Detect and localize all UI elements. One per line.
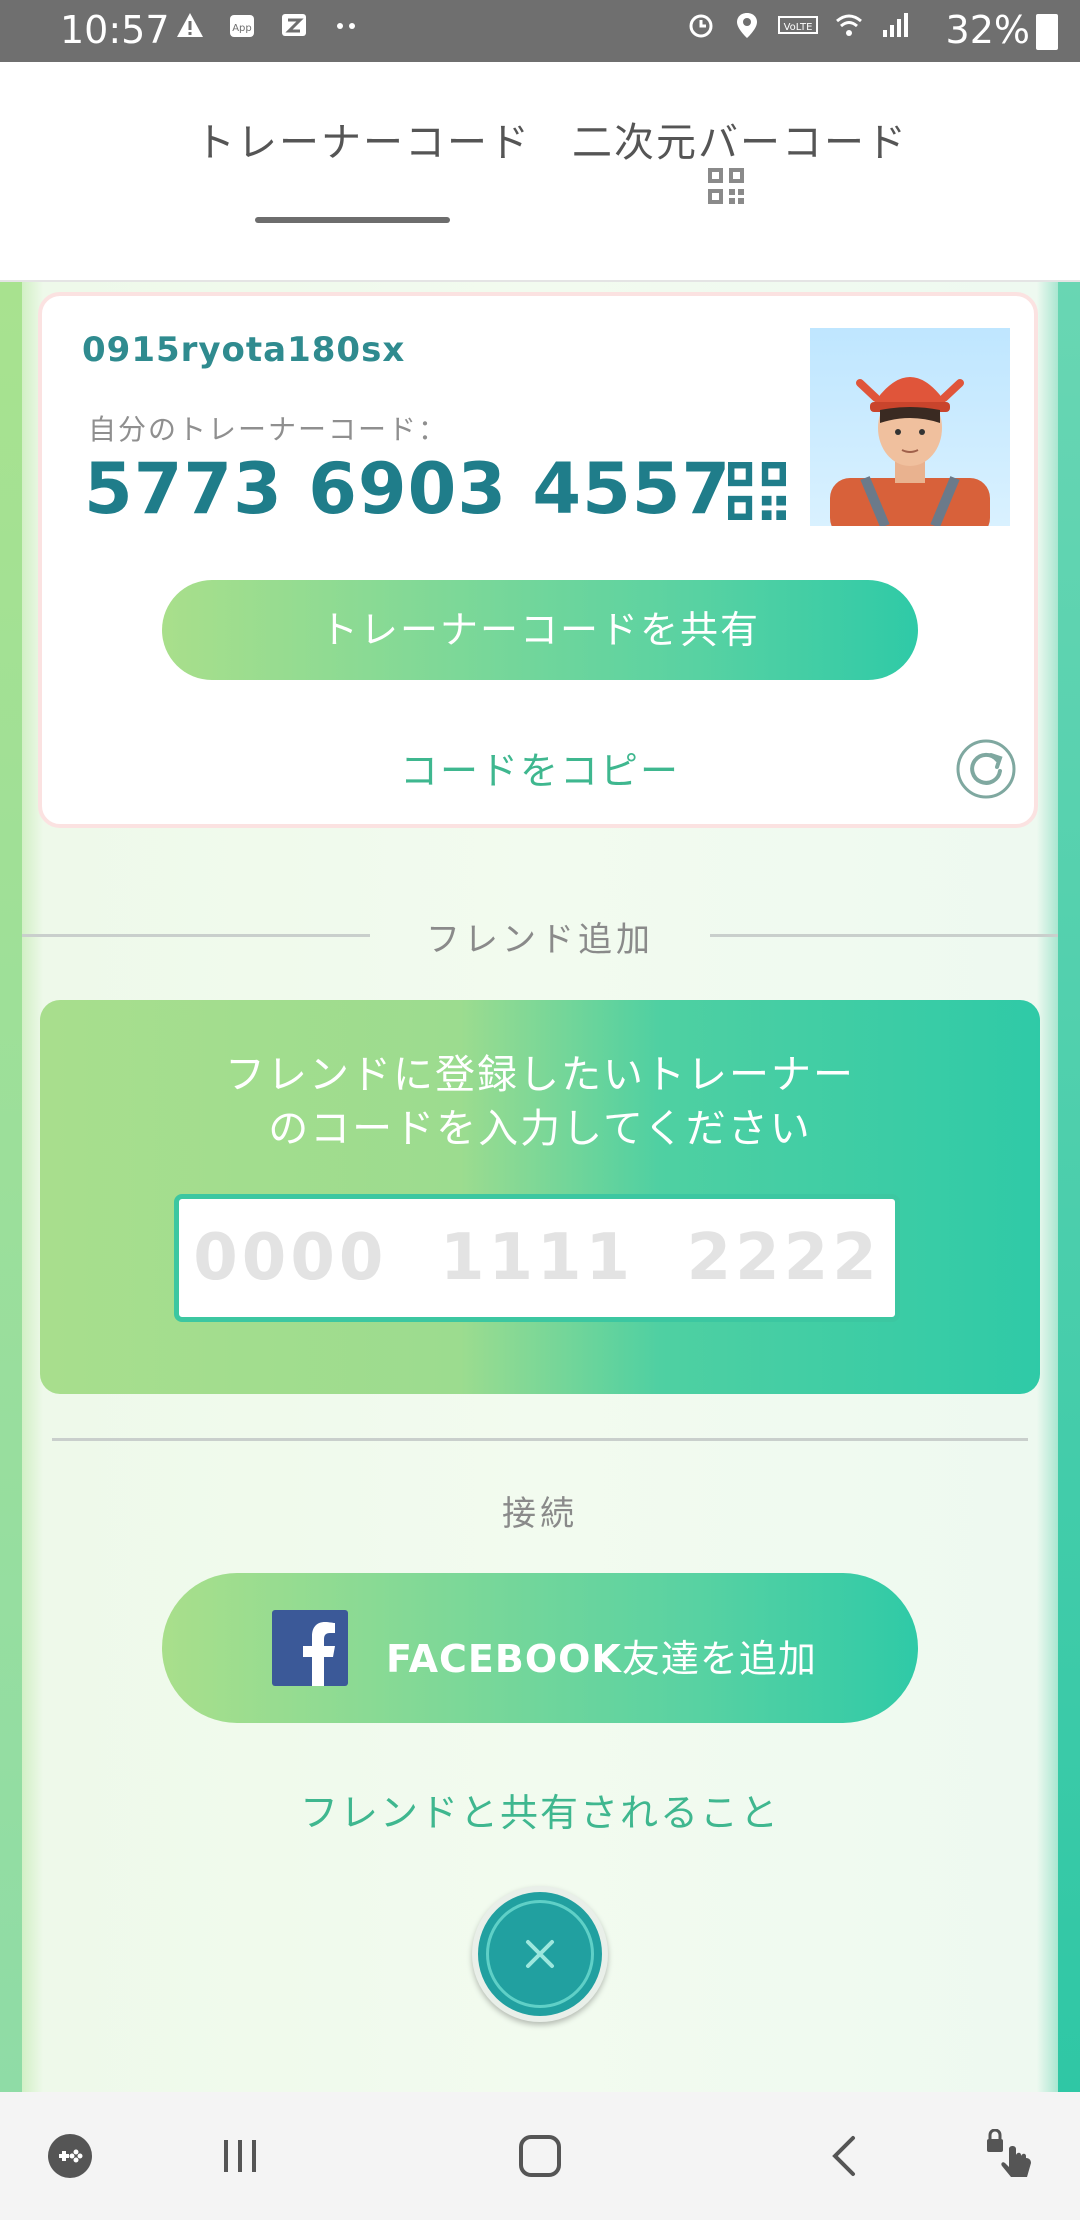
qr-code-icon[interactable] xyxy=(728,462,786,520)
refresh-icon[interactable] xyxy=(955,738,1017,800)
close-button[interactable] xyxy=(472,1886,608,2022)
tab-qr-code[interactable]: 二次元バーコード xyxy=(572,110,908,168)
home-button[interactable] xyxy=(500,2092,580,2220)
home-icon xyxy=(519,2135,561,2177)
touch-lock-button[interactable] xyxy=(970,2092,1050,2220)
trainer-username: 0915ryota180sx xyxy=(82,330,406,370)
signal-icon xyxy=(883,13,908,37)
close-icon xyxy=(526,1940,554,1968)
svg-text:VoLTE: VoLTE xyxy=(784,22,813,33)
battery-icon xyxy=(1036,14,1058,50)
facebook-icon xyxy=(272,1610,348,1686)
shared-with-friends-link[interactable]: フレンドと共有されること xyxy=(0,1782,1080,1837)
facebook-label-rest: 友達を追加 xyxy=(621,1637,817,1681)
active-tab-indicator xyxy=(255,217,450,223)
alarm-icon xyxy=(689,14,713,38)
add-friend-instruction-line1: フレンドに登録したいトレーナー xyxy=(225,1052,855,1098)
my-trainer-code-label: 自分のトレーナーコード： xyxy=(88,413,449,446)
status-time: 10:57 xyxy=(60,8,170,52)
facebook-label-bold: FACEBOOK xyxy=(386,1637,622,1681)
game-launcher-icon xyxy=(48,2134,92,2178)
warning-icon xyxy=(177,13,203,37)
app-icon: App xyxy=(230,15,254,37)
game-launcher-button[interactable] xyxy=(30,2092,110,2220)
friend-code-input[interactable] xyxy=(174,1194,900,1322)
my-trainer-code: 5773 6903 4557 xyxy=(84,448,732,530)
trainer-avatar-image xyxy=(830,377,990,526)
recent-apps-icon xyxy=(224,2140,256,2172)
status-right-icons: VoLTE xyxy=(686,10,910,40)
touch-lock-icon xyxy=(987,2129,1031,2177)
battery-percentage: 32% xyxy=(945,8,1030,52)
location-icon xyxy=(737,13,757,38)
zedge-icon xyxy=(282,14,306,36)
tab-header: トレーナーコード 二次元バーコード xyxy=(0,62,1080,282)
more-dots-icon xyxy=(337,23,355,29)
recent-apps-button[interactable] xyxy=(200,2092,280,2220)
qr-icon[interactable] xyxy=(708,168,744,204)
add-friend-section-label: フレンド追加 xyxy=(426,920,654,960)
add-friend-instruction: フレンドに登録したいトレーナー のコードを入力してください xyxy=(0,1048,1080,1156)
back-icon xyxy=(832,2136,855,2176)
share-trainer-code-button[interactable]: トレーナーコードを共有 xyxy=(162,580,918,680)
volte-icon: VoLTE xyxy=(778,16,818,34)
status-left-icons: App xyxy=(175,10,361,40)
add-friend-instruction-line2: のコードを入力してください xyxy=(268,1106,812,1152)
back-button[interactable] xyxy=(805,2092,885,2220)
status-bar: 10:57 App VoLTE 32% xyxy=(0,0,1080,62)
connect-divider xyxy=(52,1438,1028,1441)
trainer-avatar xyxy=(810,328,1010,526)
system-nav-bar xyxy=(0,2092,1080,2220)
copy-code-link[interactable]: コードをコピー xyxy=(0,740,1080,795)
wifi-icon xyxy=(836,14,862,36)
svg-text:App: App xyxy=(232,23,252,34)
connect-section-label: 接続 xyxy=(502,1494,578,1534)
add-facebook-friends-label: FACEBOOK友達を追加 xyxy=(386,1628,817,1683)
tab-trainer-code[interactable]: トレーナーコード xyxy=(195,110,531,168)
